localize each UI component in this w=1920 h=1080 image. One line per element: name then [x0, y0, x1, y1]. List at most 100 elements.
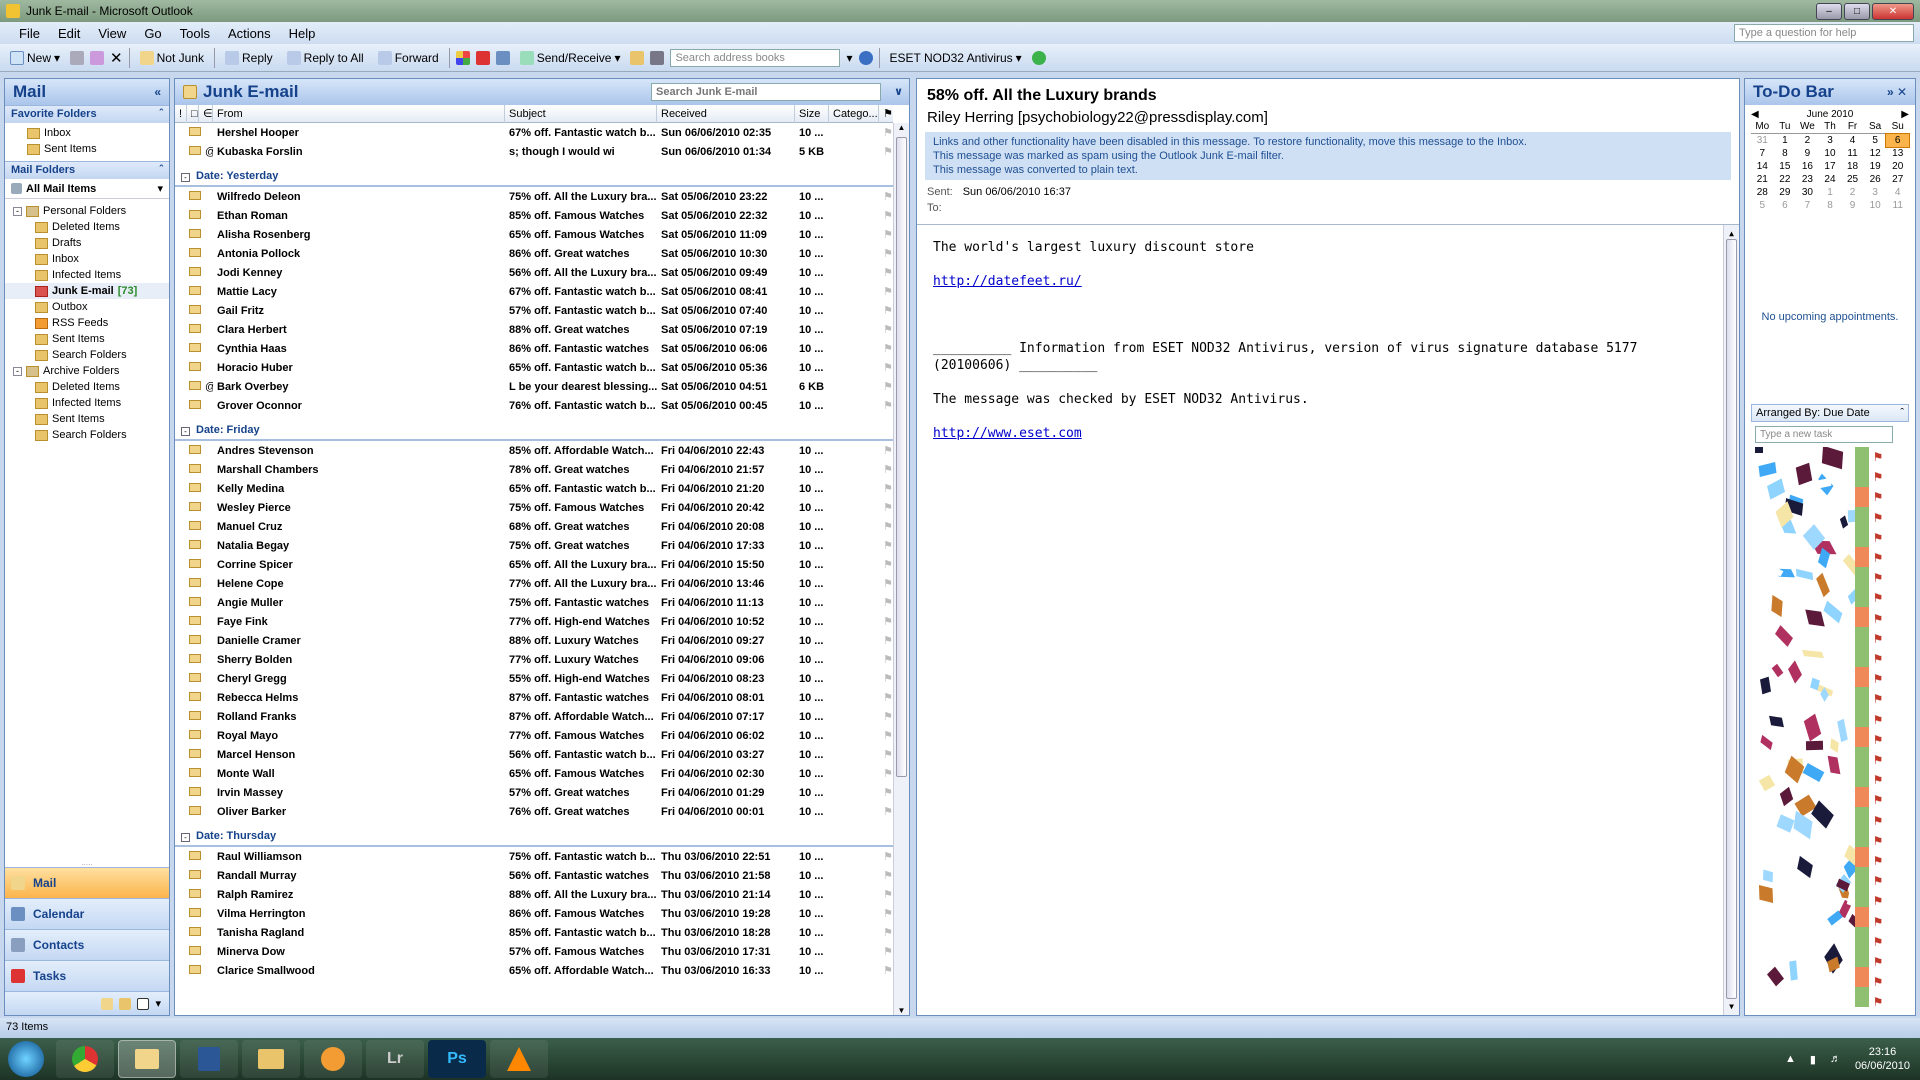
expand-icon[interactable]: » ✕ [1887, 85, 1907, 99]
folder-item[interactable]: Search Folders [5, 427, 169, 443]
forward-button[interactable]: Forward [374, 49, 443, 67]
attachment-column[interactable]: ∈ [199, 104, 213, 123]
message-row[interactable]: Rolland Franks 87% off. Affordable Watch.… [175, 707, 893, 726]
message-row[interactable]: Helene Cope 77% off. All the Luxury bra..… [175, 574, 893, 593]
flag-icon[interactable]: ⚑ [879, 964, 893, 977]
calendar-day[interactable]: 15 [1774, 160, 1797, 173]
calendar-day[interactable]: 10 [1819, 147, 1842, 160]
new-button[interactable]: New ▾ [6, 49, 64, 67]
reply-button[interactable]: Reply [221, 49, 277, 67]
flag-icon[interactable]: ⚑ [879, 577, 893, 590]
address-book-icon[interactable] [650, 50, 665, 65]
message-row[interactable]: Sherry Bolden 77% off. Luxury Watches Fri … [175, 650, 893, 669]
flag-icon[interactable]: ⚑ [879, 869, 893, 882]
reply-all-button[interactable]: Reply to All [283, 49, 368, 67]
prev-month-icon[interactable]: ◀ [1751, 109, 1759, 120]
message-row[interactable]: Mattie Lacy 67% off. Fantastic watch b...… [175, 282, 893, 301]
task-flag-icon[interactable]: ⚑ [1871, 649, 1885, 669]
calendar-day[interactable]: 28 [1751, 186, 1774, 199]
folder-item[interactable]: Search Folders [5, 347, 169, 363]
flag-icon[interactable]: ⚑ [879, 304, 893, 317]
maximize-button[interactable]: □ [1844, 2, 1870, 20]
taskbar-media[interactable] [304, 1040, 362, 1078]
follow-up-flag-icon[interactable] [475, 50, 490, 65]
task-flag-icon[interactable]: ⚑ [1871, 730, 1885, 750]
tray-arrow-icon[interactable]: ▲ [1785, 1053, 1796, 1065]
task-flag-icon[interactable]: ⚑ [1871, 770, 1885, 790]
collapse-group-icon[interactable]: - [181, 427, 190, 436]
calendar-day[interactable]: 17 [1819, 160, 1842, 173]
clock[interactable]: 23:16 06/06/2010 [1855, 1045, 1910, 1073]
task-flag-icon[interactable]: ⚑ [1871, 790, 1885, 810]
body-scrollbar[interactable]: ▲ ▼ [1723, 225, 1739, 1015]
rules-icon[interactable] [495, 50, 510, 65]
size-column[interactable]: Size [795, 104, 829, 123]
flag-icon[interactable]: ⚑ [879, 710, 893, 723]
flag-column-icon[interactable]: ⚑ [879, 105, 893, 123]
calendar-day[interactable]: 9 [1796, 147, 1819, 160]
calendar-day[interactable]: 29 [1774, 186, 1797, 199]
calendar-day[interactable]: 5 [1751, 199, 1774, 212]
flag-icon[interactable]: ⚑ [879, 126, 893, 139]
help-search-input[interactable]: Type a question for help [1734, 24, 1914, 42]
calendar-day[interactable]: 11 [1886, 199, 1909, 212]
flag-icon[interactable]: ⚑ [879, 767, 893, 780]
new-task-input[interactable]: Type a new task [1755, 426, 1893, 443]
flag-icon[interactable]: ⚑ [879, 729, 893, 742]
nav-tasks-button[interactable]: Tasks [5, 960, 169, 991]
calendar-day[interactable]: 24 [1819, 173, 1842, 186]
minimize-button[interactable]: – [1816, 2, 1842, 20]
message-row[interactable]: Clarice Smallwood 65% off. Affordable Wat… [175, 961, 893, 980]
flag-icon[interactable]: ⚑ [879, 444, 893, 457]
calendar-day[interactable]: 1 [1774, 134, 1797, 147]
collapse-tree-icon[interactable]: - [13, 206, 22, 216]
flag-icon[interactable]: ⚑ [879, 888, 893, 901]
message-row[interactable]: Horacio Huber 65% off. Fantastic watch b.… [175, 358, 893, 377]
folder-item[interactable]: RSS Feeds [5, 315, 169, 331]
shortcuts-icon[interactable] [137, 997, 150, 1010]
flag-icon[interactable]: ⚑ [879, 926, 893, 939]
subject-column[interactable]: Subject [505, 104, 657, 123]
flag-icon[interactable]: ⚑ [879, 539, 893, 552]
task-flag-icon[interactable]: ⚑ [1871, 588, 1885, 608]
info-bar[interactable]: Links and other functionality have been … [925, 132, 1731, 180]
message-row[interactable]: Wesley Pierce 75% off. Famous Watches Fri … [175, 498, 893, 517]
delete-icon[interactable]: ✕ [110, 49, 123, 67]
address-search-input[interactable]: Search address books [670, 48, 841, 67]
menu-view[interactable]: View [89, 26, 135, 41]
all-mail-items-select[interactable]: All Mail Items ▾ [5, 179, 169, 199]
message-row[interactable]: Clara Herbert 88% off. Great watches Sat 0… [175, 320, 893, 339]
message-row[interactable]: Wilfredo Deleon 75% off. All the Luxury b… [175, 187, 893, 206]
task-flag-icon[interactable]: ⚑ [1871, 871, 1885, 891]
task-flag-icon[interactable]: ⚑ [1871, 972, 1885, 992]
favorite-inbox[interactable]: Inbox [27, 125, 169, 141]
message-row[interactable]: Marcel Henson 56% off. Fantastic watch b.… [175, 745, 893, 764]
splitter-grip[interactable]: ..... [5, 858, 169, 867]
find-contact-icon[interactable] [630, 50, 645, 65]
folder-item[interactable]: Inbox [5, 251, 169, 267]
calendar-day[interactable]: 27 [1886, 173, 1909, 186]
message-row[interactable]: Rebecca Helms 87% off. Fantastic watches F… [175, 688, 893, 707]
task-flag-icon[interactable]: ⚑ [1871, 508, 1885, 528]
message-row[interactable]: Oliver Barker 76% off. Great watches Fri 0… [175, 802, 893, 821]
task-flag-icon[interactable]: ⚑ [1871, 629, 1885, 649]
message-row[interactable]: Raul Williamson 75% off. Fantastic watch … [175, 847, 893, 866]
message-row[interactable]: Angie Muller 75% off. Fantastic watches Fr… [175, 593, 893, 612]
task-flag-icon[interactable]: ⚑ [1871, 548, 1885, 568]
calendar-day[interactable]: 21 [1751, 173, 1774, 186]
move-icon[interactable] [90, 50, 105, 65]
message-row[interactable]: Manuel Cruz 68% off. Great watches Fri 04/… [175, 517, 893, 536]
task-flag-icon[interactable]: ⚑ [1871, 467, 1885, 487]
folder-item[interactable]: Sent Items [5, 411, 169, 427]
menu-edit[interactable]: Edit [49, 26, 89, 41]
notes-icon[interactable] [101, 997, 114, 1010]
message-row[interactable]: Kelly Medina 65% off. Fantastic watch b..… [175, 479, 893, 498]
calendar-day[interactable]: 26 [1864, 173, 1887, 186]
taskbar-photoshop[interactable]: Ps [428, 1040, 486, 1078]
flag-icon[interactable]: ⚑ [879, 520, 893, 533]
message-row[interactable]: Cynthia Haas 86% off. Fantastic watches Sa… [175, 339, 893, 358]
flag-icon[interactable]: ⚑ [879, 247, 893, 260]
calendar-day[interactable]: 30 [1796, 186, 1819, 199]
task-flag-icon[interactable]: ⚑ [1871, 811, 1885, 831]
nav-calendar-button[interactable]: Calendar [5, 898, 169, 929]
